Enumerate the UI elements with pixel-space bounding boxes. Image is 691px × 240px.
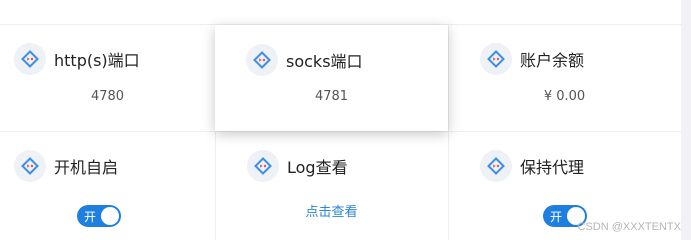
card-title: 账户余额 xyxy=(520,51,585,70)
toggle-knob xyxy=(101,207,119,225)
card-header: socks端口 xyxy=(246,44,363,76)
toggle-label: 开 xyxy=(84,210,97,224)
card-account-balance: 账户余额 ¥ 0.00 xyxy=(448,25,681,132)
proxy-diamond-icon xyxy=(247,150,279,182)
balance-value: ¥ 0.00 xyxy=(543,89,586,104)
card-autostart: 开机自启 开 xyxy=(0,132,215,239)
card-title: socks端口 xyxy=(286,52,363,71)
toggle-label: 开 xyxy=(550,210,563,224)
proxy-diamond-icon xyxy=(480,43,512,75)
autostart-toggle[interactable]: 开 xyxy=(77,205,121,227)
card-socks-port[interactable]: socks端口 4781 xyxy=(215,25,448,131)
card-header: 账户余额 xyxy=(480,43,584,75)
card-title: http(s)端口 xyxy=(54,51,140,70)
card-log: Log查看 点击查看 xyxy=(215,132,448,239)
card-title: 开机自启 xyxy=(54,158,119,177)
proxy-diamond-icon xyxy=(14,150,46,182)
card-http-port: http(s)端口 4780 xyxy=(0,25,215,132)
proxy-diamond-icon xyxy=(246,44,278,76)
card-header: Log查看 xyxy=(247,150,348,182)
view-log-link[interactable]: 点击查看 xyxy=(215,201,448,220)
watermark-text: CSDN @XXXTENTX xyxy=(577,221,681,233)
http-port-value: 4780 xyxy=(90,89,125,104)
card-header: 开机自启 xyxy=(14,150,118,182)
card-title: Log查看 xyxy=(287,158,348,177)
proxy-diamond-icon xyxy=(14,43,46,75)
card-header: 保持代理 xyxy=(480,150,584,182)
vertical-scrollbar[interactable] xyxy=(681,0,691,240)
card-title: 保持代理 xyxy=(520,158,585,177)
card-header: http(s)端口 xyxy=(14,43,140,75)
settings-panel: http(s)端口 4780 socks端口 4781 账户余额 ¥ 0.00 … xyxy=(0,0,681,240)
proxy-diamond-icon xyxy=(480,150,512,182)
socks-port-value: 4781 xyxy=(314,89,349,104)
